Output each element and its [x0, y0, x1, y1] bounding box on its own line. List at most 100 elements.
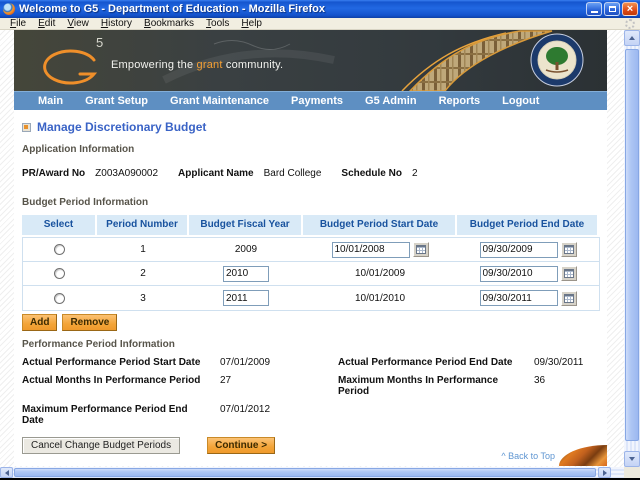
menu-edit[interactable]: Edit [32, 18, 61, 30]
maximum-months-label: Maximum Months In Performance Period [338, 375, 499, 397]
tagline-post: community. [222, 59, 284, 71]
calendar-icon [563, 293, 574, 303]
budget-period-table: Select Period Number Budget Fiscal Year … [22, 215, 600, 311]
horizontal-scroll-thumb[interactable] [14, 468, 596, 477]
pr-award-label: PR/Award No [22, 168, 86, 179]
actual-end-date-label: Actual Performance Period End Date [338, 357, 513, 368]
menu-tools[interactable]: Tools [200, 18, 235, 30]
arrow-left-icon [4, 469, 9, 476]
select-radio-period-3[interactable] [54, 292, 65, 304]
activity-spinner-icon [625, 19, 635, 29]
fiscal-year-1: 2009 [234, 244, 258, 255]
scroll-down-button[interactable] [624, 451, 640, 467]
nav-main[interactable]: Main [38, 92, 63, 111]
select-radio-period-1[interactable] [54, 244, 65, 255]
cancel-change-budget-periods-button[interactable]: Cancel Change Budget Periods [22, 437, 181, 454]
g5-logo-number: 5 [96, 35, 104, 50]
actual-months-value: 27 [220, 375, 232, 386]
column-start-date: Budget Period Start Date [303, 215, 455, 235]
nav-bar: Main Grant Setup Grant Maintenance Payme… [14, 91, 607, 110]
actual-months-label: Actual Months In Performance Period [22, 375, 201, 386]
actual-start-date-value: 07/01/2009 [220, 357, 271, 368]
continue-button[interactable]: Continue > [207, 437, 276, 454]
title-bar: Welcome to G5 - Department of Education … [0, 0, 640, 18]
scroll-up-button[interactable] [624, 30, 640, 46]
table-row: 1 2009 [23, 238, 599, 262]
minimize-icon [590, 11, 598, 13]
actual-start-date-label: Actual Performance Period Start Date [22, 357, 201, 368]
table-row: 2 10/01/2009 [23, 262, 599, 286]
calendar-button-end-2[interactable] [560, 266, 577, 281]
nav-payments[interactable]: Payments [291, 92, 343, 111]
start-date-input-period-1[interactable] [331, 241, 410, 258]
horizontal-scrollbar[interactable] [0, 467, 640, 478]
calendar-icon [563, 269, 574, 278]
restore-icon [608, 6, 616, 12]
end-date-input-period-3[interactable] [479, 290, 558, 306]
add-button[interactable]: Add [22, 314, 58, 331]
period-number-1: 1 [140, 244, 146, 255]
scroll-right-button[interactable] [598, 467, 611, 478]
page-title: Manage Discretionary Budget [37, 120, 207, 134]
calendar-icon [415, 245, 426, 254]
menu-file[interactable]: File [4, 18, 32, 30]
vertical-scroll-thumb[interactable] [625, 49, 639, 441]
window-title: Welcome to G5 - Department of Education … [19, 3, 325, 15]
back-to-top-link[interactable]: ^ Back to Top [501, 451, 555, 461]
start-date-period-3: 10/01/2010 [354, 292, 406, 304]
banner-tagline: Empowering the grant community. [111, 59, 283, 71]
remove-button[interactable]: Remove [62, 314, 118, 331]
menu-bookmarks[interactable]: Bookmarks [138, 18, 200, 30]
end-date-input-period-2[interactable] [479, 265, 558, 282]
arrow-down-icon [629, 457, 635, 461]
menu-help[interactable]: Help [235, 18, 268, 30]
performance-grid: Actual Performance Period Start Date 07/… [22, 357, 599, 426]
page-body: Manage Discretionary Budget Application … [14, 110, 607, 466]
column-period-number: Period Number [97, 215, 187, 235]
calendar-button-end-1[interactable] [560, 242, 577, 257]
banner: 5 Empowering the grant community. [14, 30, 607, 91]
select-radio-period-2[interactable] [54, 268, 65, 279]
nav-logout[interactable]: Logout [502, 92, 539, 111]
page-content: 5 Empowering the grant community. Main G… [14, 30, 607, 466]
calendar-button-end-3[interactable] [560, 290, 577, 306]
firefox-icon [3, 3, 15, 15]
schedule-no-label: Schedule No [341, 168, 402, 179]
minimize-button[interactable] [586, 2, 602, 16]
vertical-scrollbar[interactable] [624, 30, 640, 467]
tagline-accent: grant [196, 59, 223, 71]
performance-period-heading: Performance Period Information [22, 339, 175, 350]
scroll-left-button[interactable] [0, 467, 13, 478]
column-end-date: Budget Period End Date [457, 215, 597, 235]
application-info-heading: Application Information [22, 144, 135, 155]
fiscal-year-input-period-3[interactable] [223, 290, 269, 306]
applicant-name-value: Bard College [263, 168, 322, 179]
application-info-row: PR/Award No Z003A090002 Applicant Name B… [22, 168, 599, 179]
column-fiscal-year: Budget Fiscal Year [189, 215, 301, 235]
nav-reports[interactable]: Reports [439, 92, 481, 111]
calendar-icon [563, 245, 574, 254]
applicant-name-label: Applicant Name [178, 168, 254, 179]
schedule-no-value: 2 [411, 168, 418, 179]
nav-g5-admin[interactable]: G5 Admin [365, 92, 417, 111]
table-row: 3 10/01/2010 [23, 286, 599, 310]
maximum-months-value: 36 [534, 375, 546, 386]
fiscal-year-input-period-2[interactable] [223, 265, 269, 282]
nav-grant-setup[interactable]: Grant Setup [85, 92, 148, 111]
arrow-right-icon [602, 469, 607, 476]
firefox-window: Welcome to G5 - Department of Education … [0, 0, 640, 480]
arrow-up-icon [629, 36, 635, 40]
close-button[interactable]: × [622, 2, 638, 16]
calendar-button-start-1[interactable] [412, 242, 429, 257]
menu-history[interactable]: History [95, 18, 138, 30]
menu-view[interactable]: View [61, 18, 95, 30]
page-title-icon [22, 122, 31, 132]
start-date-period-2: 10/01/2009 [354, 268, 406, 279]
period-number-2: 2 [140, 268, 146, 279]
pr-award-value: Z003A090002 [95, 168, 159, 179]
restore-button[interactable] [604, 2, 620, 16]
end-date-input-period-1[interactable] [479, 241, 558, 258]
nav-grant-maintenance[interactable]: Grant Maintenance [170, 92, 269, 111]
budget-period-heading: Budget Period Information [22, 197, 149, 208]
actual-end-date-value: 09/30/2011 [534, 357, 584, 368]
